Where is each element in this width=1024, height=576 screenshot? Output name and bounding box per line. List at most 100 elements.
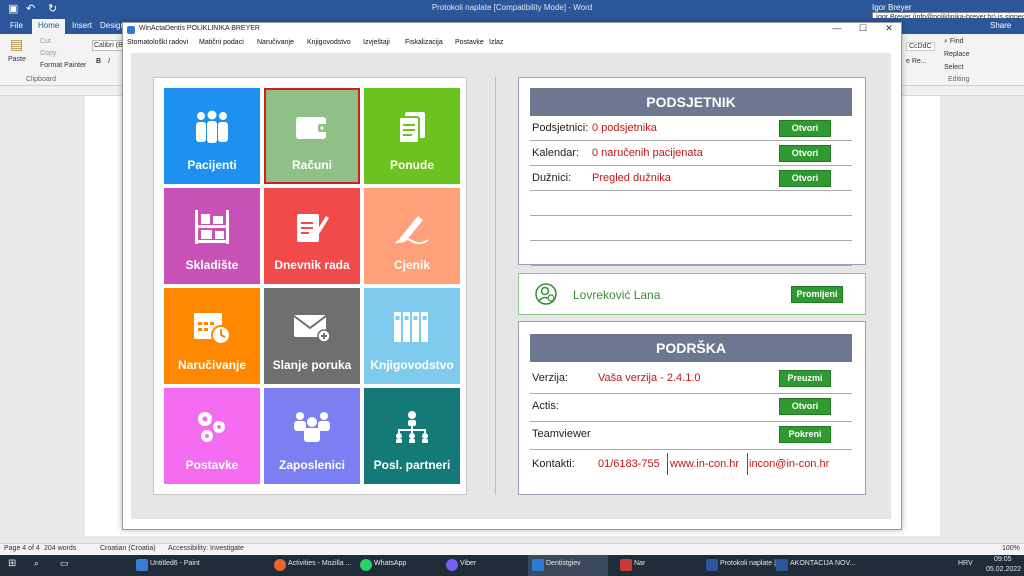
taskbar-item-firefox[interactable]: Activities - Mozilla ... <box>288 560 351 567</box>
dentist-app-icon <box>532 559 544 571</box>
tile-dnevnik-rada[interactable]: Dnevnik rada <box>264 188 360 284</box>
task-view-icon[interactable]: ▭ <box>60 558 69 569</box>
hierarchy-icon <box>364 410 460 444</box>
tile-slanje-poruka[interactable]: Slanje poruka <box>264 288 360 384</box>
tile-racuni[interactable]: Računi <box>264 88 360 184</box>
windows-start-icon[interactable]: ⊞ <box>8 558 16 569</box>
whatsapp-icon <box>360 559 372 571</box>
word-titlebar: ▣ ↶ ↻ Protokoli naplate [Compatibility M… <box>0 0 1024 18</box>
taskbar-item-viber[interactable]: Viber <box>460 560 476 567</box>
tile-posl-partneri[interactable]: Posl. partneri <box>364 388 460 484</box>
start-teamviewer-button[interactable]: Pokreni <box>779 426 831 443</box>
row-value: 0 podsjetnika <box>592 122 657 134</box>
support-row-contacts: Kontakti: 01/6183-755 www.in-con.hr inco… <box>530 450 852 478</box>
taskbar-item-paint[interactable]: Untitled6 - Paint <box>150 560 200 567</box>
menu-narucivanje[interactable]: Naručivanje <box>257 39 294 46</box>
word-icon <box>776 559 788 571</box>
tab-home[interactable]: Home <box>32 19 66 34</box>
open-kalendar-button[interactable]: Otvori <box>779 145 831 162</box>
menu-postavke[interactable]: Postavke <box>455 39 484 46</box>
zoom-level[interactable]: 100% <box>1002 545 1020 552</box>
style-re[interactable]: e Re... <box>906 58 927 65</box>
menu-maticni-podaci[interactable]: Matični podaci <box>199 39 244 46</box>
replace-button[interactable]: Replace <box>944 51 970 58</box>
reminder-row-duznici: Dužnici: Pregled dužnika Otvori <box>530 166 852 191</box>
open-actis-button[interactable]: Otvori <box>779 398 831 415</box>
clock-date[interactable]: 05.02.2022 <box>986 566 1021 573</box>
maximize-button[interactable]: ☐ <box>853 23 873 34</box>
copy-button[interactable]: Copy <box>40 50 56 57</box>
find-button[interactable]: ⌕ Find <box>944 38 964 46</box>
tile-pacijenti[interactable]: Pacijenti <box>164 88 260 184</box>
windows-taskbar: ⊞ ⌕ ▭ Untitled6 - Paint Activities - Moz… <box>0 555 1024 576</box>
reminder-title: PODSJETNIK <box>530 88 852 116</box>
download-button[interactable]: Preuzmi <box>779 370 831 387</box>
menu-izvjestaji[interactable]: Izvještaji <box>363 39 390 46</box>
tile-ponude[interactable]: Ponude <box>364 88 460 184</box>
close-button[interactable]: ✕ <box>879 23 899 34</box>
row-key: Kalendar: <box>532 147 580 159</box>
minimize-button[interactable]: — <box>827 23 847 33</box>
row-key: Dužnici: <box>532 172 572 184</box>
search-icon[interactable]: ⌕ <box>34 558 39 569</box>
share-button[interactable]: Share <box>990 21 1011 30</box>
cut-button[interactable]: Cut <box>40 38 51 45</box>
input-language[interactable]: HRV <box>958 560 973 567</box>
version-value: Vaša verzija - 2.4.1.0 <box>598 372 701 384</box>
edit-document-icon <box>264 210 360 244</box>
page-count: Page 4 of 4 <box>4 545 40 552</box>
paste-button[interactable]: Paste <box>8 56 26 63</box>
change-user-button[interactable]: Promijeni <box>791 286 843 303</box>
tile-skladiste[interactable]: Skladište <box>164 188 260 284</box>
taskbar-item-dentist[interactable]: Dentistgiev <box>546 560 581 567</box>
app-title: WinActaDentis POLIKLINIKA BREYER <box>139 25 260 32</box>
tab-file[interactable]: File <box>10 21 23 30</box>
user-name: Lovreković Lana <box>573 288 661 302</box>
tile-label: Cjenik <box>393 258 430 272</box>
accessibility-status[interactable]: Accessibility: Investigate <box>168 545 244 552</box>
tile-narucivanje[interactable]: Naručivanje <box>164 288 260 384</box>
open-duznici-button[interactable]: Otvori <box>779 170 831 187</box>
contact-web[interactable]: www.in-con.hr <box>670 458 739 470</box>
format-painter-button[interactable]: Format Painter <box>40 62 86 69</box>
language-status[interactable]: Croatian (Croatia) <box>100 545 156 552</box>
taskbar-item-nar[interactable]: Nar <box>634 560 645 567</box>
clipboard-group-label: Clipboard <box>26 76 56 83</box>
support-row-teamviewer: Teamviewer Pokreni <box>530 422 852 450</box>
tab-insert[interactable]: Insert <box>72 21 92 30</box>
reminder-row-empty <box>530 241 852 266</box>
tile-label: Ponude <box>390 158 434 172</box>
menu-stomatoloski-radovi[interactable]: Stomatološki radovi <box>127 39 188 46</box>
envelope-plus-icon <box>264 310 360 344</box>
viber-icon <box>446 559 458 571</box>
contact-separator <box>667 453 668 475</box>
row-key: Verzija: <box>532 372 569 384</box>
tile-label: Pacijenti <box>187 158 237 172</box>
taskbar-item-word[interactable]: Protokoli naplate |... <box>720 560 782 567</box>
font-selector[interactable]: Calibri (Bo <box>92 40 127 51</box>
italic-button[interactable]: I <box>108 58 110 65</box>
winactadentis-window: WinActaDentis POLIKLINIKA BREYER — ☐ ✕ S… <box>122 22 902 530</box>
open-podsjetnici-button[interactable]: Otvori <box>779 120 831 137</box>
select-button[interactable]: Select <box>944 64 963 71</box>
taskbar-item-whatsapp[interactable]: WhatsApp <box>374 560 406 567</box>
paste-icon[interactable]: ▤ <box>10 36 23 53</box>
user-avatar-icon <box>535 283 557 305</box>
word-user: Igor Breyer <box>872 3 912 12</box>
menu-fiskalizacija[interactable]: Fiskalizacija <box>405 39 443 46</box>
tile-cjenik[interactable]: Cjenik <box>364 188 460 284</box>
tile-postavke[interactable]: Postavke <box>164 388 260 484</box>
app-titlebar: WinActaDentis POLIKLINIKA BREYER — ☐ ✕ <box>123 23 901 37</box>
taskbar-item-akontacija[interactable]: AKONTACIJA NOV... <box>790 560 855 567</box>
tile-label: Zaposlenici <box>278 458 346 472</box>
clock-time[interactable]: 09:05 <box>994 556 1012 563</box>
menu-knjigovodstvo[interactable]: Knjigovodstvo <box>307 39 351 46</box>
tile-zaposlenici[interactable]: Zaposlenici <box>264 388 360 484</box>
row-value: Pregled dužnika <box>592 172 671 184</box>
panel-divider <box>495 77 496 495</box>
menu-izlaz[interactable]: Izlaz <box>489 39 503 46</box>
tile-knjigovodstvo[interactable]: Knjigovodstvo <box>364 288 460 384</box>
style-preview[interactable]: CcDdC <box>906 42 935 51</box>
contact-email[interactable]: incon@in-con.hr <box>749 458 829 470</box>
bold-button[interactable]: B <box>96 58 101 65</box>
